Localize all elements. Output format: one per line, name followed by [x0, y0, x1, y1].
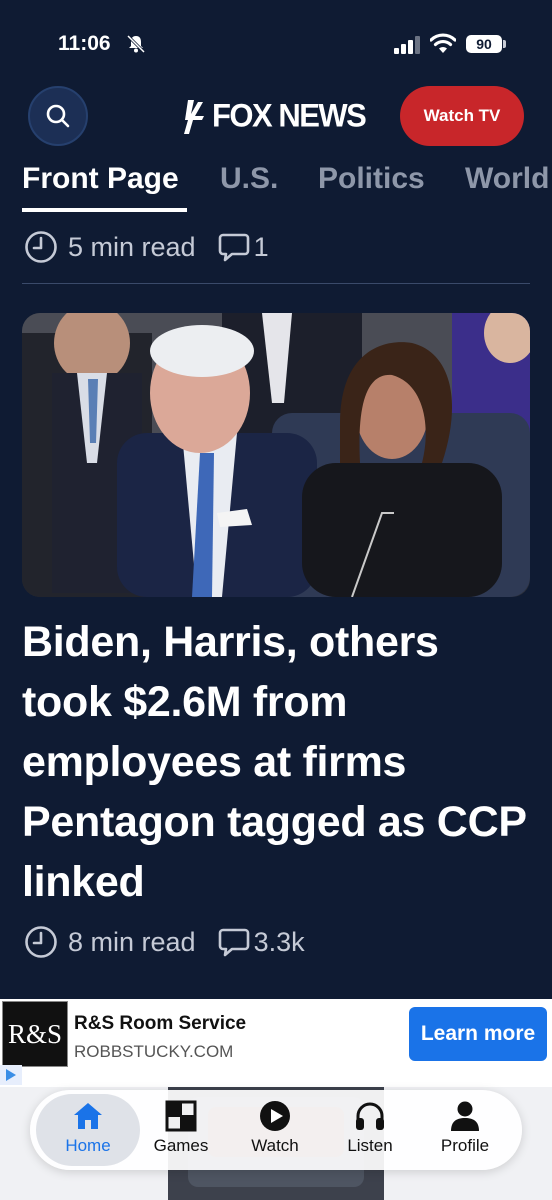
nav-home[interactable]: Home: [43, 1100, 133, 1164]
divider: [22, 283, 530, 284]
clock-icon: [25, 926, 57, 958]
bell-slash-icon: [126, 34, 146, 54]
comment-count[interactable]: 1: [254, 232, 269, 263]
ad-banner[interactable]: R&S R&S Room Service ROBBSTUCKY.COM Lear…: [0, 999, 552, 1087]
nav-label: Home: [65, 1136, 111, 1155]
comment-icon[interactable]: [218, 927, 250, 957]
bottom-tab-bar: Home Games Watch Listen Profile: [30, 1090, 522, 1170]
profile-icon: [451, 1101, 479, 1131]
status-time: 11:06: [58, 32, 111, 55]
article-headline[interactable]: Biden, Harris, others took $2.6M from em…: [22, 612, 530, 912]
nav-label: Profile: [440, 1136, 490, 1155]
status-bar: 11:06 90: [0, 0, 552, 90]
fox-logo-mark-icon: [184, 100, 204, 134]
learn-more-button[interactable]: Learn more: [409, 1007, 547, 1061]
wifi-icon: [430, 33, 456, 53]
nav-label: Games: [153, 1136, 209, 1155]
nav-label: Listen: [347, 1136, 393, 1155]
comment-count[interactable]: 3.3k: [254, 927, 305, 958]
read-time: 8 min read: [68, 926, 196, 957]
tab-world[interactable]: World: [465, 162, 549, 196]
logo-text: FOX NEWS: [212, 97, 367, 134]
play-icon: [260, 1101, 290, 1131]
adchoices-icon[interactable]: [0, 1065, 22, 1085]
watch-tv-button[interactable]: Watch TV: [400, 86, 524, 146]
read-time: 5 min read: [68, 231, 196, 262]
article-hero-image[interactable]: [22, 313, 530, 597]
search-icon: [46, 104, 70, 128]
clock-icon: [25, 231, 57, 263]
nav-label: Watch: [251, 1136, 299, 1155]
tab-front-page[interactable]: Front Page: [22, 162, 179, 196]
home-icon: [74, 1103, 102, 1129]
article-meta: 8 min read 3.3k: [24, 925, 305, 959]
ad-url[interactable]: ROBBSTUCKY.COM: [74, 1042, 233, 1062]
nav-profile[interactable]: Profile: [420, 1100, 510, 1164]
top-story-meta: 5 min read 1: [24, 230, 269, 264]
games-icon: [165, 1100, 197, 1132]
battery-indicator: 90: [466, 35, 502, 53]
nav-listen[interactable]: Listen: [325, 1100, 415, 1164]
ad-title[interactable]: R&S Room Service: [74, 1013, 246, 1035]
active-tab-indicator: [22, 208, 187, 212]
headphones-icon: [356, 1102, 384, 1130]
comment-icon[interactable]: [218, 232, 250, 262]
nav-watch[interactable]: Watch: [230, 1100, 320, 1164]
section-tabs: Front Page U.S. Politics World: [0, 158, 552, 218]
ad-logo[interactable]: R&S: [2, 1001, 68, 1067]
search-button[interactable]: [28, 86, 88, 146]
tab-us[interactable]: U.S.: [220, 162, 278, 196]
tab-politics[interactable]: Politics: [318, 162, 425, 196]
battery-nub: [503, 40, 506, 48]
fox-news-logo[interactable]: FOX NEWS: [182, 94, 372, 138]
signal-icon: [394, 36, 420, 54]
nav-games[interactable]: Games: [136, 1100, 226, 1164]
